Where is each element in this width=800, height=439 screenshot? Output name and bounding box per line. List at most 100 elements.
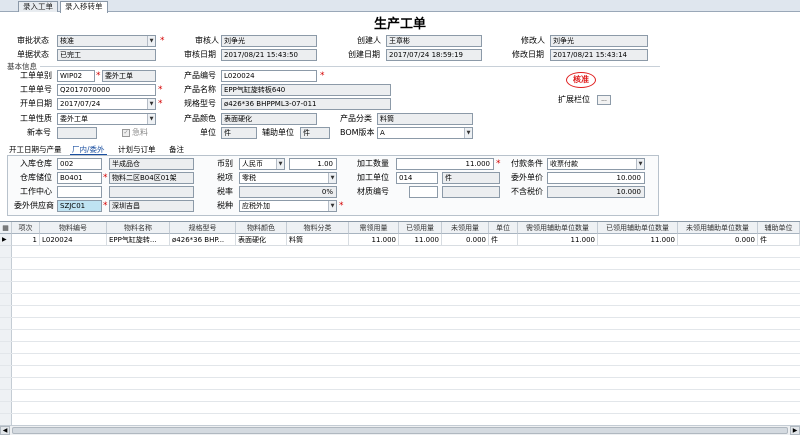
row-indicator[interactable]: ▶ [0, 234, 12, 246]
aux-unit-field[interactable]: 件 [300, 127, 330, 139]
unit-price-field[interactable]: 10.000 [547, 172, 645, 184]
product-no-field[interactable]: L020024 [221, 70, 317, 82]
warehouse-name-field[interactable]: 半成品仓 [109, 158, 194, 170]
table-cell[interactable]: 11.000 [399, 234, 442, 246]
empty-row[interactable] [0, 354, 800, 366]
order-type-name-field[interactable]: 委外工单 [102, 70, 156, 82]
tab-start-date-output[interactable]: 开工日期与产量 [7, 144, 64, 155]
empty-row[interactable] [0, 390, 800, 402]
table-cell[interactable]: L020024 [40, 234, 107, 246]
material-no-field[interactable] [409, 186, 438, 198]
empty-row[interactable] [0, 366, 800, 378]
table-cell[interactable]: 11.000 [518, 234, 598, 246]
table-cell[interactable]: 0.000 [442, 234, 489, 246]
process-unit-name-field[interactable]: 件 [442, 172, 500, 184]
untaxed-price-field[interactable]: 10.000 [547, 186, 645, 198]
review-date-field[interactable]: 2017/08/21 15:43:50 [221, 49, 317, 61]
horizontal-scrollbar[interactable]: ◀ ▶ [0, 425, 800, 435]
table-cell[interactable]: 料筒 [287, 234, 349, 246]
warehouse-code-field[interactable]: 002 [57, 158, 102, 170]
scroll-thumb[interactable] [12, 427, 788, 434]
column-header[interactable]: 物料名称 [107, 222, 170, 234]
empty-row[interactable] [0, 378, 800, 390]
scroll-left-icon[interactable]: ◀ [0, 426, 10, 435]
column-header[interactable]: 辅助单位 [758, 222, 800, 234]
create-date-field[interactable]: 2017/07/24 18:59:19 [386, 49, 482, 61]
tab-enter-transfer-order[interactable]: 录入移转单 [60, 1, 108, 13]
table-cell[interactable]: 11.000 [598, 234, 678, 246]
table-cell[interactable]: 件 [758, 234, 800, 246]
tax-kind-select[interactable]: 应税外加 ▼ [239, 200, 337, 212]
empty-row[interactable] [0, 294, 800, 306]
currency-select[interactable]: 人民币 ▼ [239, 158, 285, 170]
urgent-checkbox[interactable]: ✓ [122, 129, 130, 137]
order-type-code-field[interactable]: WIP02 [57, 70, 95, 82]
empty-row[interactable] [0, 282, 800, 294]
table-cell[interactable]: 11.000 [349, 234, 399, 246]
column-header[interactable]: 已领用量 [399, 222, 442, 234]
table-cell[interactable]: ø426*36 BHP... [170, 234, 236, 246]
payment-select[interactable]: 收票付款 ▼ [547, 158, 645, 170]
empty-row[interactable] [0, 270, 800, 282]
order-no-field[interactable]: Q2017070000 [57, 84, 156, 96]
supplier-name-field[interactable]: 深圳吉昌 [109, 200, 194, 212]
empty-row[interactable] [0, 306, 800, 318]
column-header[interactable]: 未领用辅助单位数量 [678, 222, 758, 234]
empty-row[interactable] [0, 402, 800, 414]
start-date-picker[interactable]: 2017/07/24 ▼ [57, 98, 156, 110]
work-center-code-field[interactable] [57, 186, 102, 198]
supplier-code-field[interactable]: SZJC01 [57, 200, 102, 212]
review-status-select[interactable]: 核准 ▼ [57, 35, 156, 47]
column-header[interactable]: 规格型号 [170, 222, 236, 234]
exchange-rate-field[interactable]: 1.00 [289, 158, 337, 170]
table-cell[interactable]: 0.000 [678, 234, 758, 246]
ext-field-button[interactable]: ... [597, 95, 611, 105]
process-unit-code-field[interactable]: 014 [396, 172, 438, 184]
column-header[interactable]: 单位 [489, 222, 518, 234]
unit-field[interactable]: 件 [221, 127, 257, 139]
empty-row[interactable] [0, 330, 800, 342]
table-cell[interactable]: 表面硬化 [236, 234, 287, 246]
reviewer-field[interactable]: 刘争光 [221, 35, 317, 47]
modify-date-field[interactable]: 2017/08/21 15:43:14 [550, 49, 648, 61]
tab-enter-work-order[interactable]: 录入工单 [18, 1, 58, 12]
currency-label: 币别 [217, 159, 233, 168]
nature-select[interactable]: 委外工单 ▼ [57, 113, 156, 125]
process-qty-field[interactable]: 11.000 [396, 158, 494, 170]
tab-inhouse-outsource[interactable]: 厂内/委外 [70, 144, 107, 155]
version-field[interactable] [57, 127, 97, 139]
table-cell[interactable]: 1 [12, 234, 40, 246]
color-field[interactable]: 表面硬化 [221, 113, 317, 125]
bom-select[interactable]: A ▼ [377, 127, 473, 139]
empty-row[interactable] [0, 258, 800, 270]
column-header[interactable]: 项次 [12, 222, 40, 234]
column-header[interactable]: 需领用量 [349, 222, 399, 234]
grid-corner-icon[interactable]: ▦ [0, 222, 12, 234]
empty-row[interactable] [0, 318, 800, 330]
creator-field[interactable]: 王章彬 [386, 35, 482, 47]
tab-plan-orders[interactable]: 计划与订单 [116, 144, 158, 155]
category-field[interactable]: 料筒 [377, 113, 473, 125]
doc-status-field[interactable]: 已完工 [57, 49, 156, 61]
empty-row[interactable] [0, 342, 800, 354]
scroll-right-icon[interactable]: ▶ [790, 426, 800, 435]
work-center-name-field[interactable] [109, 186, 194, 198]
material-name-field[interactable] [442, 186, 500, 198]
product-name-field[interactable]: EPP气缸旋转板640 [221, 84, 391, 96]
modifier-field[interactable]: 刘争光 [550, 35, 648, 47]
column-header[interactable]: 物料编号 [40, 222, 107, 234]
table-cell[interactable]: 件 [489, 234, 518, 246]
empty-row[interactable] [0, 246, 800, 258]
tax-type-select[interactable]: 零税 ▼ [239, 172, 337, 184]
tax-rate-field[interactable]: 0% [239, 186, 337, 198]
column-header[interactable]: 未领用量 [442, 222, 489, 234]
location-code-field[interactable]: B0401 [57, 172, 102, 184]
spec-field[interactable]: ø426*36 BHPPML3-07-011 [221, 98, 391, 110]
table-cell[interactable]: EPP气缸旋转... [107, 234, 170, 246]
column-header[interactable]: 物料颜色 [236, 222, 287, 234]
tab-remarks[interactable]: 备注 [167, 144, 186, 155]
column-header[interactable]: 物料分类 [287, 222, 349, 234]
column-header[interactable]: 已领用辅助单位数量 [598, 222, 678, 234]
location-name-field[interactable]: 物料二区B04区01架 [109, 172, 194, 184]
column-header[interactable]: 需领用辅助单位数量 [518, 222, 598, 234]
